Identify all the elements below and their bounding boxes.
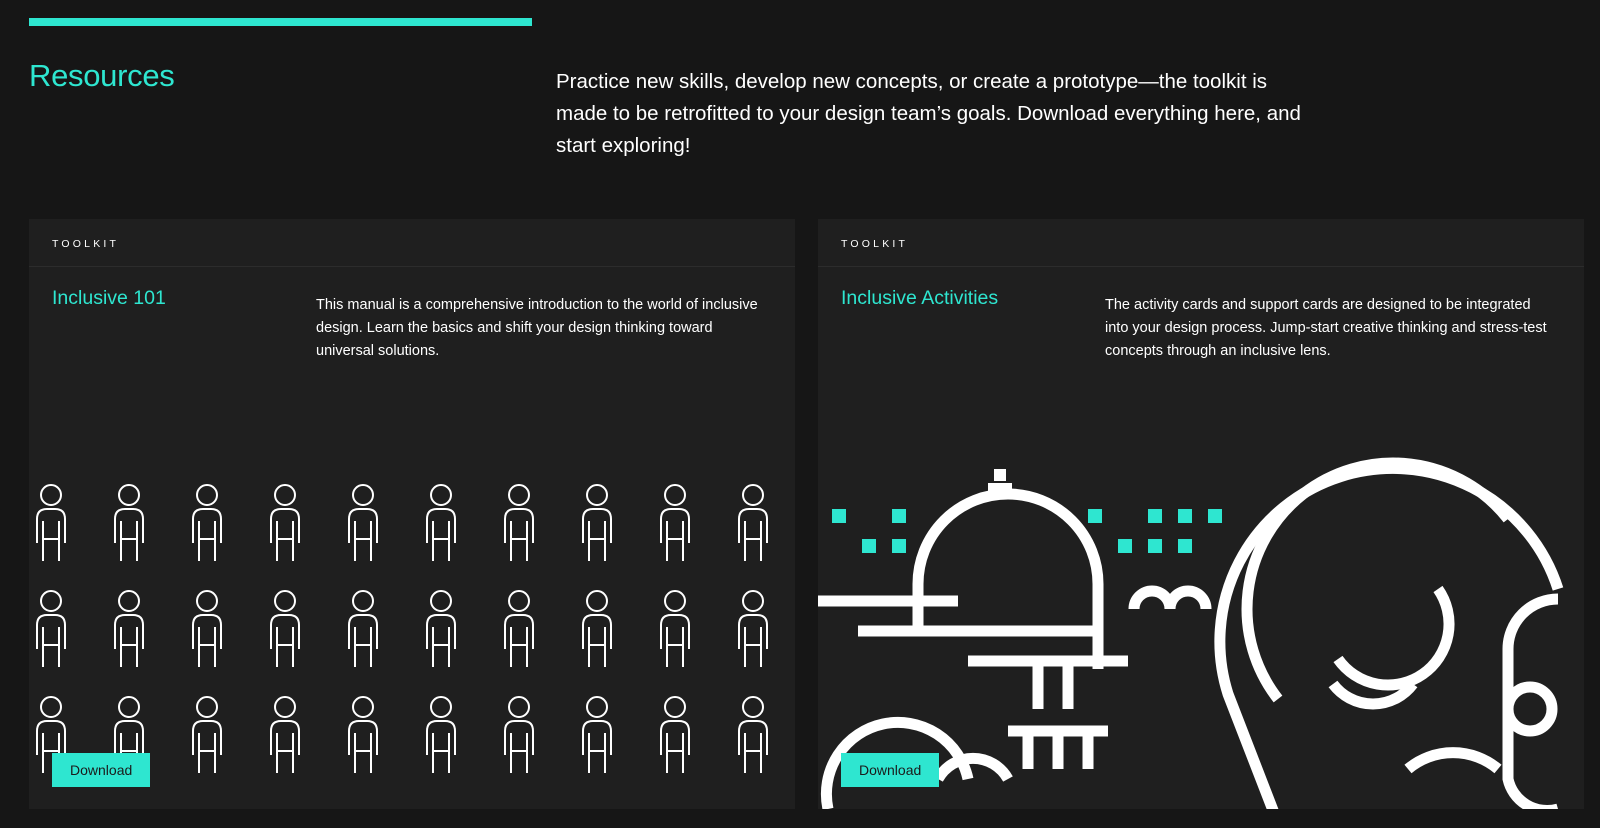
- card-title: Inclusive 101: [52, 287, 166, 309]
- card-description: The activity cards and support cards are…: [1105, 297, 1547, 359]
- person-figure-icon: [426, 696, 456, 773]
- person-figure-icon: [348, 590, 378, 667]
- person-figure-icon: [270, 484, 300, 561]
- person-figure-icon: [192, 590, 222, 667]
- person-figure-icon: [192, 484, 222, 561]
- person-figure-icon: [504, 696, 534, 773]
- person-figure-icon: [426, 590, 456, 667]
- person-figure-icon: [660, 696, 690, 773]
- person-figure-icon: [738, 696, 768, 773]
- accent-bar: [29, 18, 532, 26]
- card-eyebrow: TOOLKIT: [52, 238, 120, 250]
- card-header: TOOLKIT: [818, 219, 1584, 267]
- card-eyebrow: TOOLKIT: [841, 238, 909, 250]
- person-figure-icon: [504, 590, 534, 667]
- person-figure-icon: [582, 484, 612, 561]
- page-title: Resources: [29, 58, 175, 93]
- intro-text: Practice new skills, develop new concept…: [556, 70, 1301, 157]
- person-figure-icon: [660, 484, 690, 561]
- person-figure-icon: [270, 590, 300, 667]
- toolkit-card-inclusive-activities: TOOLKIT Inclusive Activities The activit…: [818, 219, 1584, 809]
- download-button-inclusive-101[interactable]: Download: [52, 753, 151, 787]
- person-figure-icon: [738, 590, 768, 667]
- person-figure-icon: [660, 590, 690, 667]
- person-figure-icon: [348, 484, 378, 561]
- person-figure-icon: [36, 590, 66, 667]
- person-figure-icon: [582, 590, 612, 667]
- person-figure-icon: [192, 696, 222, 773]
- card-description: This manual is a comprehensive introduct…: [316, 297, 758, 359]
- person-figure-icon: [426, 484, 456, 561]
- card-title: Inclusive Activities: [841, 287, 999, 309]
- person-figure-icon: [36, 484, 66, 561]
- person-figure-icon: [114, 484, 144, 561]
- person-figure-icon: [504, 484, 534, 561]
- person-figure-icon: [270, 696, 300, 773]
- card-header: TOOLKIT: [29, 219, 795, 267]
- download-button-inclusive-activities[interactable]: Download: [841, 753, 940, 787]
- toolkit-card-inclusive-101: TOOLKIT Inclusive 101 This manual is a c…: [29, 219, 795, 809]
- person-figure-icon: [582, 696, 612, 773]
- person-figure-icon: [114, 590, 144, 667]
- person-figure-icon: [738, 484, 768, 561]
- person-figure-icon: [348, 696, 378, 773]
